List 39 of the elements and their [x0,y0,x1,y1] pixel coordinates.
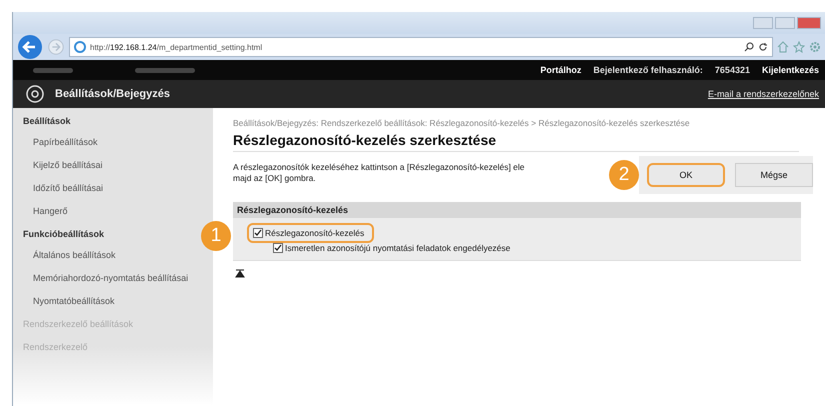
checkbox[interactable] [253,228,263,238]
checkbox-option[interactable]: Ismeretlen azonosítójú nyomtatási feladatok engedélyezése [269,243,518,256]
blurred-text [135,68,195,72]
browser-logo-icon [74,41,86,53]
back-to-top-icon[interactable] [235,269,245,279]
address-field[interactable]: http://192.168.1.24/m_departmentid_setting.html [69,37,773,57]
ok-button[interactable]: OK [647,163,725,187]
sidebar-heading: Rendszerkezelő beállítások [22,318,134,330]
sidebar-item[interactable]: Nyomtatóbeállítások [13,295,213,307]
top-link[interactable]: Portálhoz [540,65,582,75]
step-callout: 2 [609,160,639,190]
refresh-icon[interactable] [758,42,768,52]
search-icon[interactable] [744,42,754,52]
breadcrumb: Beállítások/Bejegyzés: Rendszerkezelő beállítások: Részlegazonosító-kezelés > Részlegazonosító-kezelés szerkesztése [233,118,691,128]
instruction-text: A részlegazonosítók kezeléséhez kattintson a [Részlegazonosító-kezelés] ele majd az [OK] gombra. [233,162,525,184]
page-title: Részlegazonosító-kezelés szerkesztése [233,132,799,152]
sidebar-heading: Beállítások [22,115,72,127]
sidebar-item[interactable]: Kijelző beállításai [13,159,213,171]
sidebar-item[interactable]: Időzítő beállításai [13,182,213,194]
section-heading: Részlegazonosító-kezelés [233,202,801,218]
sidebar-item[interactable]: Általános beállítások [13,249,213,261]
blurred-text [33,68,73,72]
step-callout: 1 [201,221,231,251]
sidebar-heading: Rendszerkezelő [22,341,89,353]
user-text: Bejelentkező felhasználó: [593,65,703,75]
checkbox-option[interactable]: Részlegazonosító-kezelés [247,223,374,243]
back-icon[interactable] [17,34,43,60]
window-controls-icon[interactable] [753,17,821,29]
star-icon[interactable] [793,41,805,53]
sidebar-item[interactable]: Memóriahordozó-nyomtatás beállításai [13,272,213,284]
cancel-button[interactable]: Mégse [735,163,813,187]
sidebar-heading: Funkcióbeállítások [22,228,106,240]
email-admin-link[interactable]: E-mail a rendszerkezelőnek [708,89,819,99]
page-header-title: Beállítások/Bejegyzés [55,88,170,100]
checkbox[interactable] [273,243,283,253]
user-text: 7654321 [714,65,750,75]
sidebar-item[interactable]: Papírbeállítások [13,136,213,148]
top-link[interactable]: Kijelentkezés [762,65,819,75]
sidebar-item[interactable]: Hangerő [13,205,213,217]
